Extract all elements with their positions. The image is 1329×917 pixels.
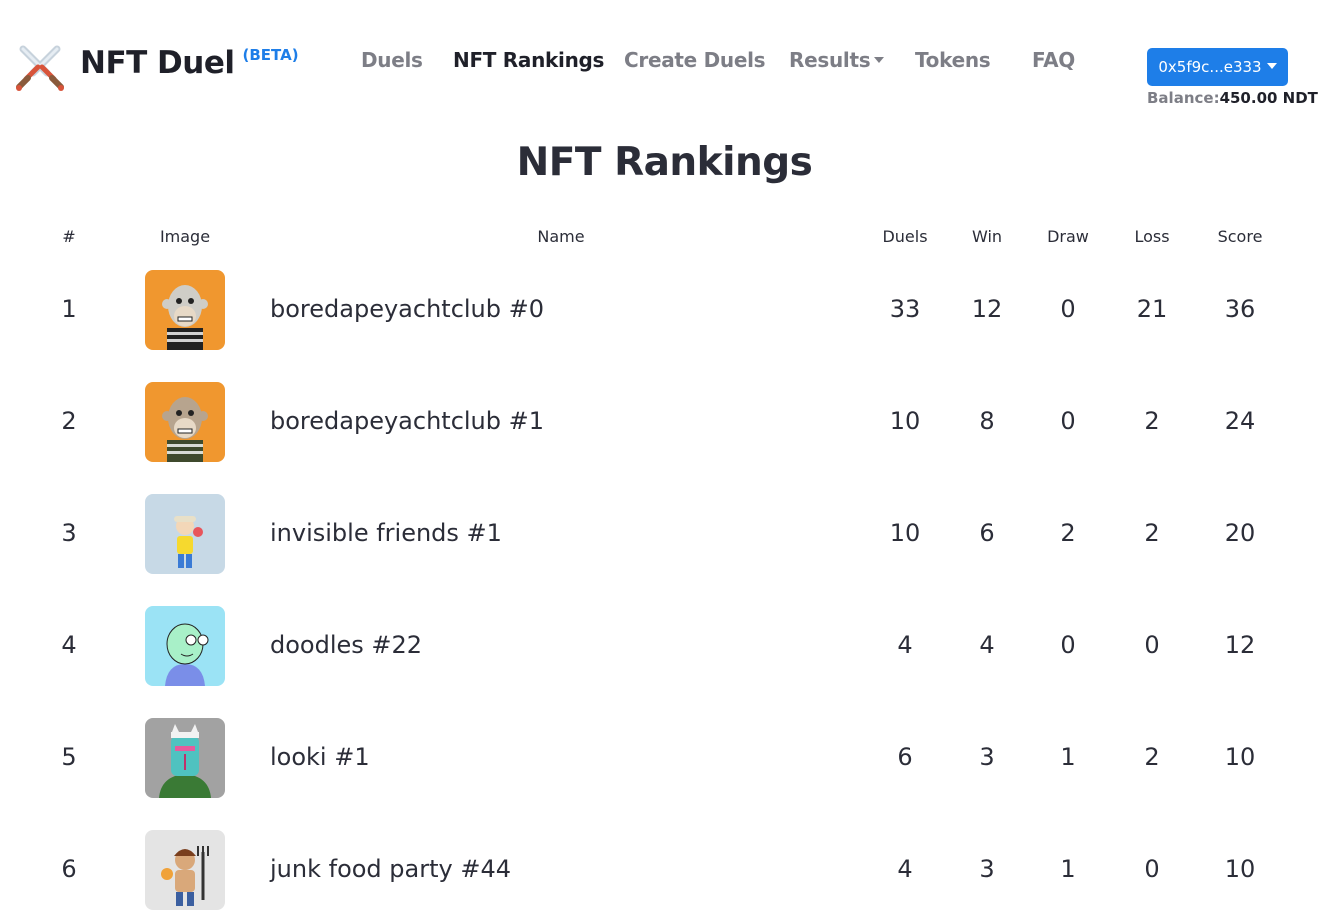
nft-image bbox=[145, 494, 225, 574]
loss-cell: 2 bbox=[1144, 407, 1160, 435]
score-cell: 36 bbox=[1224, 295, 1256, 323]
wallet-address: 0x5f9c...e333 bbox=[1158, 58, 1262, 76]
score-cell: 10 bbox=[1224, 855, 1256, 883]
win-cell: 4 bbox=[979, 631, 995, 659]
score-cell: 20 bbox=[1224, 519, 1256, 547]
balance-label: Balance: bbox=[1147, 89, 1220, 107]
nft-thumbnail[interactable] bbox=[145, 382, 225, 462]
win-cell: 3 bbox=[979, 855, 995, 883]
name-cell[interactable]: looki #1 bbox=[270, 743, 830, 771]
header-duels: Duels bbox=[882, 227, 928, 246]
brand-name: NFT Duel bbox=[80, 45, 235, 81]
name-cell[interactable]: junk food party #44 bbox=[270, 855, 830, 883]
nft-thumbnail[interactable] bbox=[145, 270, 225, 350]
chevron-down-icon bbox=[1266, 62, 1277, 69]
nft-image bbox=[145, 606, 225, 686]
win-cell: 6 bbox=[979, 519, 995, 547]
rank-cell: 6 bbox=[61, 855, 77, 883]
header-loss: Loss bbox=[1134, 227, 1170, 246]
rank-cell: 4 bbox=[61, 631, 77, 659]
nav-results-dropdown[interactable]: Results bbox=[789, 48, 885, 72]
loss-cell: 0 bbox=[1144, 631, 1160, 659]
duels-cell: 33 bbox=[889, 295, 921, 323]
score-cell: 10 bbox=[1224, 743, 1256, 771]
rank-cell: 5 bbox=[61, 743, 77, 771]
nft-image bbox=[145, 830, 225, 910]
win-cell: 3 bbox=[979, 743, 995, 771]
draw-cell: 0 bbox=[1060, 407, 1076, 435]
draw-cell: 1 bbox=[1060, 743, 1076, 771]
win-cell: 12 bbox=[971, 295, 1003, 323]
balance-value: 450.00 NDT bbox=[1219, 89, 1318, 107]
draw-cell: 0 bbox=[1060, 631, 1076, 659]
nav-faq[interactable]: FAQ bbox=[1032, 48, 1075, 72]
top-navbar: NFT Duel (BETA) Duels NFT Rankings Creat… bbox=[0, 0, 1329, 120]
header-score: Score bbox=[1217, 227, 1263, 246]
duels-cell: 6 bbox=[897, 743, 913, 771]
name-cell[interactable]: boredapeyachtclub #1 bbox=[270, 407, 830, 435]
nav-create-duels[interactable]: Create Duels bbox=[624, 48, 766, 72]
nav-nft-rankings[interactable]: NFT Rankings bbox=[453, 48, 604, 72]
draw-cell: 0 bbox=[1060, 295, 1076, 323]
loss-cell: 0 bbox=[1144, 855, 1160, 883]
duels-cell: 4 bbox=[897, 631, 913, 659]
header-name: Name bbox=[537, 227, 585, 246]
rank-cell: 2 bbox=[61, 407, 77, 435]
header-rank: # bbox=[62, 227, 76, 246]
header-win: Win bbox=[971, 227, 1003, 246]
loss-cell: 2 bbox=[1144, 743, 1160, 771]
draw-cell: 1 bbox=[1060, 855, 1076, 883]
crossed-swords-icon bbox=[16, 45, 64, 91]
header-draw: Draw bbox=[1047, 227, 1089, 246]
page-title: NFT Rankings bbox=[516, 140, 813, 185]
score-cell: 24 bbox=[1224, 407, 1256, 435]
nav-duels[interactable]: Duels bbox=[361, 48, 423, 72]
nav-tokens[interactable]: Tokens bbox=[915, 48, 991, 72]
balance-display: Balance:450.00 NDT bbox=[1147, 89, 1318, 107]
nft-image bbox=[145, 382, 225, 462]
rank-cell: 1 bbox=[61, 295, 77, 323]
name-cell[interactable]: boredapeyachtclub #0 bbox=[270, 295, 830, 323]
nft-image bbox=[145, 718, 225, 798]
duels-cell: 4 bbox=[897, 855, 913, 883]
header-image: Image bbox=[159, 227, 211, 246]
win-cell: 8 bbox=[979, 407, 995, 435]
nft-thumbnail[interactable] bbox=[145, 606, 225, 686]
brand-link[interactable]: NFT Duel (BETA) bbox=[14, 42, 299, 94]
duels-cell: 10 bbox=[889, 519, 921, 547]
nft-image bbox=[145, 270, 225, 350]
nav-results-label: Results bbox=[789, 48, 871, 72]
loss-cell: 21 bbox=[1136, 295, 1168, 323]
duels-cell: 10 bbox=[889, 407, 921, 435]
loss-cell: 2 bbox=[1144, 519, 1160, 547]
nft-thumbnail[interactable] bbox=[145, 718, 225, 798]
rank-cell: 3 bbox=[61, 519, 77, 547]
chevron-down-icon bbox=[874, 57, 885, 63]
score-cell: 12 bbox=[1224, 631, 1256, 659]
nft-thumbnail[interactable] bbox=[145, 830, 225, 910]
name-cell[interactable]: doodles #22 bbox=[270, 631, 830, 659]
beta-badge: (BETA) bbox=[242, 46, 299, 64]
wallet-dropdown-button[interactable]: 0x5f9c...e333 bbox=[1147, 48, 1288, 86]
draw-cell: 2 bbox=[1060, 519, 1076, 547]
name-cell[interactable]: invisible friends #1 bbox=[270, 519, 830, 547]
nft-thumbnail[interactable] bbox=[145, 494, 225, 574]
